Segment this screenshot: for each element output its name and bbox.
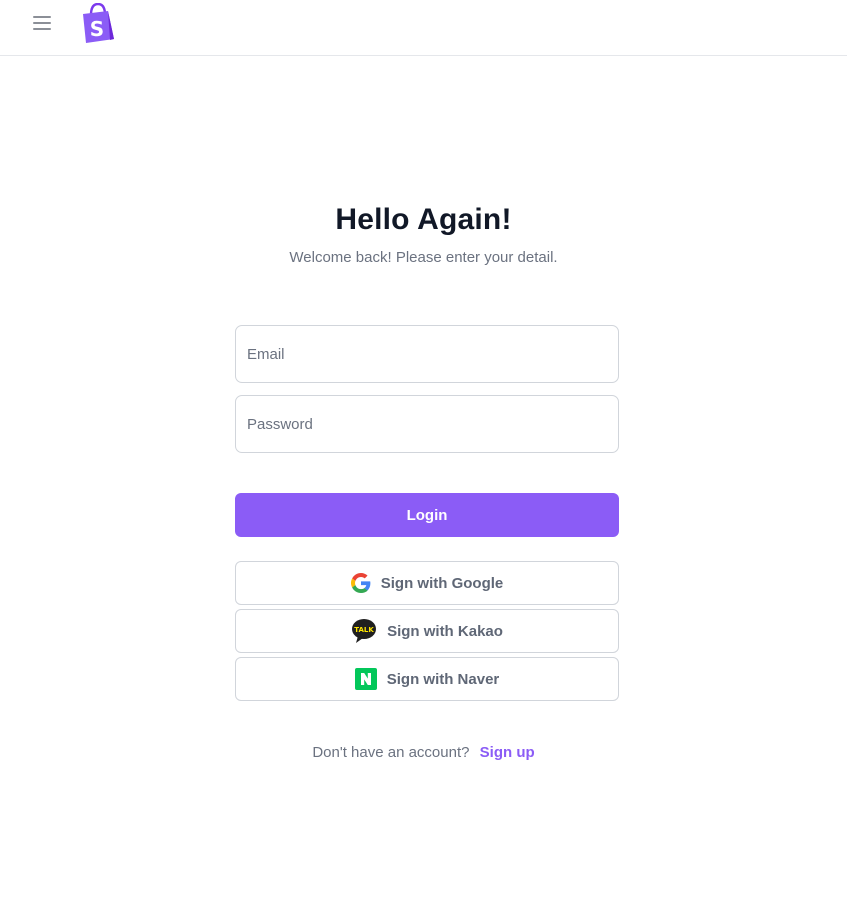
svg-text:S: S xyxy=(90,17,104,41)
shopping-bag-logo-icon[interactable]: S xyxy=(80,3,116,43)
password-input[interactable] xyxy=(235,395,619,453)
page-title: Hello Again! xyxy=(335,203,512,236)
signup-prompt-text: Don't have an account? xyxy=(312,744,470,761)
hamburger-menu-icon[interactable] xyxy=(31,13,53,33)
google-icon xyxy=(350,573,371,593)
sign-with-kakao-button[interactable]: TALK Sign with Kakao xyxy=(235,609,619,653)
page-subtitle: Welcome back! Please enter your detail. xyxy=(289,249,558,266)
top-navbar: S xyxy=(0,0,847,56)
kakao-button-label: Sign with Kakao xyxy=(387,622,503,640)
naver-button-label: Sign with Naver xyxy=(386,670,500,688)
sign-up-link[interactable]: Sign up xyxy=(480,744,535,761)
kakao-icon-text: TALK xyxy=(354,626,374,634)
signup-prompt: Don't have an account? Sign up xyxy=(0,744,847,761)
naver-icon xyxy=(354,668,377,690)
email-input[interactable] xyxy=(235,325,619,383)
sign-with-google-button[interactable]: Sign with Google xyxy=(235,561,619,605)
login-button[interactable]: Login xyxy=(235,493,619,537)
kakao-talk-icon: TALK xyxy=(352,619,377,643)
sign-with-naver-button[interactable]: Sign with Naver xyxy=(235,657,619,701)
google-button-label: Sign with Google xyxy=(380,574,504,592)
